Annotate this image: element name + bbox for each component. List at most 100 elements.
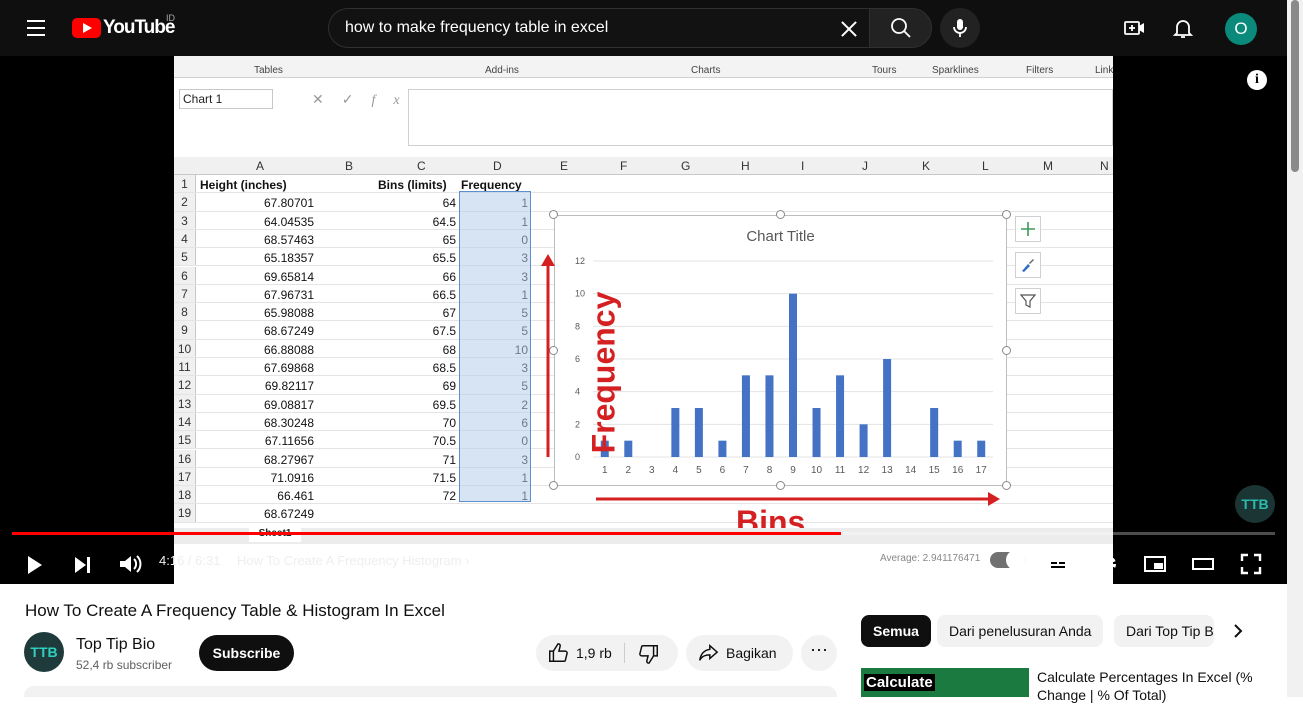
channel-name[interactable]: Top Tip Bio (76, 636, 155, 654)
x-tick-label: 6 (720, 465, 726, 476)
theater-mode-button[interactable] (1185, 546, 1221, 582)
histogram-bar (624, 440, 633, 457)
ribbon-group: Add-ins (485, 65, 519, 76)
chapter-label: How To Create A Frequency Histogram (237, 553, 462, 568)
row-number: 13 (174, 394, 196, 412)
column-headers: A B C D E F G H I J K L M N (174, 157, 1113, 175)
more-actions-button[interactable]: ⋯ (801, 635, 837, 671)
autoplay-toggle[interactable] (990, 550, 1026, 570)
sheet-row: 1 Height (inches) Bins (limits) Frequency (174, 175, 1113, 194)
miniplayer-button[interactable] (1137, 546, 1173, 582)
volume-button[interactable] (111, 546, 147, 582)
resize-handle (1002, 210, 1011, 219)
subscribe-button[interactable]: Subscribe (199, 635, 294, 671)
dislike-icon[interactable] (638, 643, 660, 665)
search-input[interactable]: how to make frequency table in excel (345, 19, 608, 37)
x-tick-label: 9 (790, 465, 796, 476)
captions-button[interactable] (1040, 546, 1076, 582)
row-number: 3 (174, 211, 196, 229)
cell-c: 64 (442, 196, 456, 211)
like-divider (624, 643, 625, 663)
cell-a: 66.88088 (263, 342, 314, 357)
ribbon-group: Link (1095, 65, 1113, 76)
next-button[interactable] (64, 546, 100, 582)
x-tick-label: 12 (858, 465, 870, 476)
excel-ribbon: Tables Add-ins Charts Tours Sparklines F… (174, 56, 1113, 78)
youtube-logo[interactable]: YouTube (72, 17, 175, 39)
frequency-annotation: Frequency (585, 291, 622, 454)
page-scrollbar[interactable] (1287, 0, 1303, 697)
y-tick-label: 0 (575, 452, 580, 462)
share-button[interactable]: Bagikan (686, 635, 793, 671)
ribbon-group: Charts (691, 65, 721, 76)
chip-all[interactable]: Semua (861, 615, 931, 647)
histogram-bar (718, 440, 727, 457)
chip-from-channel[interactable]: Dari Top Tip Bio (1114, 615, 1214, 647)
chevron-right-icon[interactable] (1226, 619, 1250, 643)
resize-handle (549, 481, 558, 490)
row-number: 18 (174, 486, 196, 504)
histogram-bar (883, 359, 892, 457)
like-icon[interactable] (547, 642, 569, 664)
histogram-bar (836, 375, 845, 457)
cell-c: 72 (442, 489, 456, 504)
row-number: 5 (174, 248, 196, 266)
name-box: Chart 1 (179, 89, 273, 109)
create-button[interactable] (1115, 8, 1155, 48)
column-letter: D (493, 159, 502, 173)
time-display: 4:16 / 6:31 (159, 553, 221, 568)
cell-a: 65.18357 (263, 251, 314, 266)
cell-c: 65 (442, 232, 456, 247)
search-button[interactable] (869, 8, 932, 48)
frequency-selection (459, 191, 531, 502)
progress-bar[interactable] (12, 532, 1275, 535)
volume-icon (120, 555, 142, 573)
settings-button[interactable] (1089, 546, 1125, 582)
search-box[interactable]: how to make frequency table in excel (328, 8, 869, 48)
cell-c: 68 (442, 342, 456, 357)
channel-watermark[interactable]: TTB (1235, 485, 1275, 523)
play-button[interactable] (16, 546, 52, 582)
clear-search-icon[interactable] (837, 17, 861, 41)
row-number: 19 (174, 504, 196, 522)
account-avatar[interactable]: O (1225, 13, 1257, 45)
cell-a: 66.461 (277, 489, 314, 504)
column-header-cell: Height (inches) (200, 178, 287, 192)
x-tick-label: 7 (743, 465, 749, 476)
cell-a: 67.11656 (264, 434, 314, 449)
like-count[interactable]: 1,9 rb (576, 645, 612, 661)
histogram-bar (671, 408, 680, 457)
video-title: How To Create A Frequency Table & Histog… (25, 601, 445, 620)
fullscreen-button[interactable] (1233, 546, 1269, 582)
row-number: 6 (174, 266, 196, 284)
x-tick-label: 14 (905, 465, 917, 476)
share-label: Bagikan (726, 645, 777, 661)
menu-icon[interactable] (20, 12, 52, 44)
channel-avatar[interactable]: TTB (24, 632, 64, 672)
recommendation-title[interactable]: Calculate Percentages In Excel (% Change… (1037, 668, 1277, 704)
recommendation-thumbnail[interactable]: Calculate (861, 668, 1029, 697)
description-box[interactable] (24, 686, 837, 697)
chip-from-search[interactable]: Dari penelusuran Anda (937, 615, 1104, 647)
resize-handle (776, 481, 785, 490)
voice-search-button[interactable] (940, 8, 980, 48)
theater-icon (1192, 558, 1214, 570)
video-player[interactable]: Tables Add-ins Charts Tours Sparklines F… (0, 56, 1287, 584)
notifications-button[interactable] (1163, 8, 1203, 48)
row-number: 8 (174, 303, 196, 321)
column-header-cell: Bins (limits) (378, 178, 447, 192)
ribbon-group: Tours (872, 65, 897, 76)
microphone-icon (953, 19, 967, 37)
column-letter: F (620, 159, 628, 173)
captions-icon (1048, 557, 1068, 571)
cell-a: 68.67249 (263, 324, 314, 339)
chapter-title[interactable]: How To Create A Frequency Histogram › (237, 553, 469, 568)
info-icon[interactable]: i (1247, 70, 1267, 90)
scroll-thumb[interactable] (1291, 0, 1299, 172)
cell-a: 68.30248 (263, 415, 314, 430)
cell-c: 67 (442, 306, 456, 321)
column-letter: I (801, 159, 805, 173)
video-frame[interactable]: Tables Add-ins Charts Tours Sparklines F… (174, 56, 1113, 584)
column-letter: G (681, 159, 691, 173)
histogram-bar (953, 440, 962, 457)
